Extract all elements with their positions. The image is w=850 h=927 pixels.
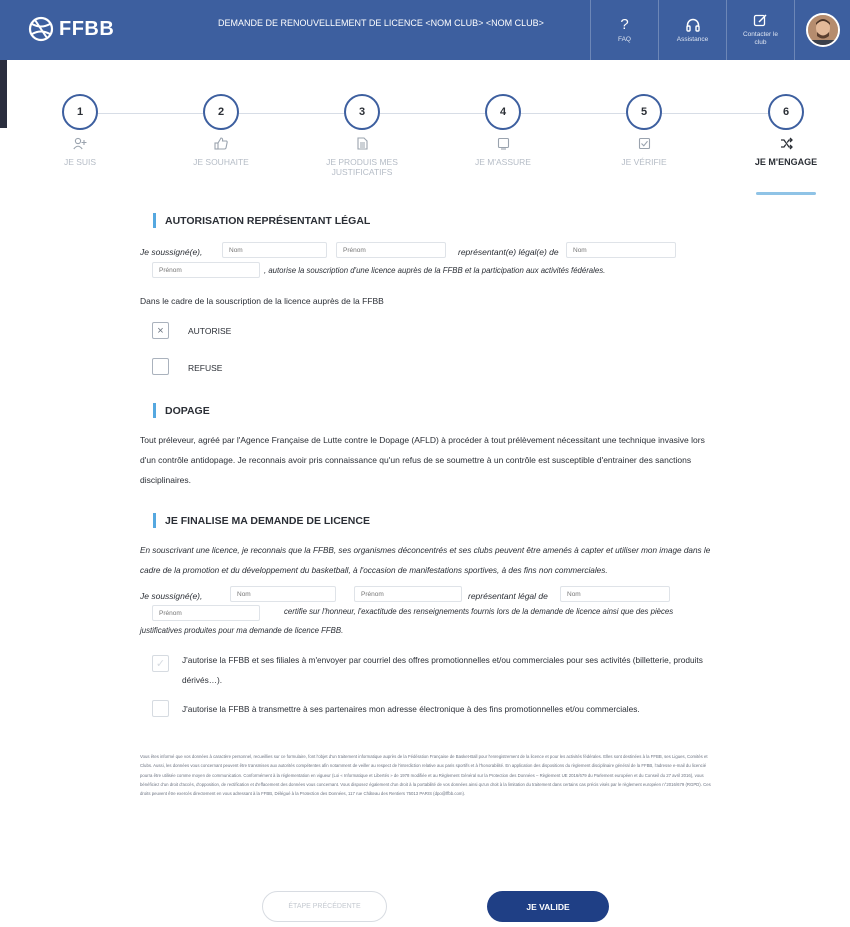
contact-club-button[interactable]: Contacter le club [726, 0, 794, 60]
step-5[interactable]: 5 JE VÉRIFIE [574, 94, 714, 167]
soussigne-label: Je soussigné(e), [140, 247, 203, 257]
faq-button[interactable]: ? FAQ [590, 0, 658, 60]
check-x-icon: × [157, 324, 164, 337]
step-label: JE SOUHAITE [193, 157, 249, 167]
finalise-prenom-input[interactable] [354, 586, 462, 602]
certifie-text: certifie sur l'honneur, l'exactitude des… [140, 607, 674, 635]
minor-prenom-input[interactable] [152, 262, 260, 278]
step-label: JE M'ENGAGE [754, 157, 818, 167]
top-header: FFBB DEMANDE DE RENOUVELLEMENT DE LICENC… [0, 0, 850, 60]
autorise-label: AUTORISE [188, 326, 232, 336]
step-label: JE SUIS [63, 157, 97, 167]
legal-rep-nom-input[interactable] [222, 242, 327, 258]
representant-label: représentant(e) légal(e) de [458, 247, 559, 257]
autorise-checkbox[interactable]: × [152, 322, 169, 339]
step-3[interactable]: 3 JE PRODUIS MES JUSTIFICATIFS [292, 94, 432, 177]
step-label: JE M'ASSURE [475, 157, 531, 167]
logo-text: FFBB [59, 17, 115, 40]
finalise-minor-nom-input[interactable] [560, 586, 670, 602]
step-label: JE PRODUIS MES JUSTIFICATIFS [326, 157, 398, 177]
step-1[interactable]: 1 JE SUIS [10, 94, 150, 167]
refuse-label: REFUSE [188, 363, 223, 373]
user-menu[interactable] [794, 0, 850, 60]
section-title-dopage: DOPAGE [153, 403, 210, 418]
edit-icon [753, 14, 767, 27]
context-text: Dans le cadre de la souscription de la l… [140, 296, 384, 306]
step-4[interactable]: 4 JE M'ASSURE [433, 94, 573, 167]
step-number: 4 [485, 94, 521, 130]
basketball-logo-icon [28, 16, 54, 42]
finalise-intro: En souscrivant une licence, je reconnais… [140, 546, 711, 575]
document-icon [292, 137, 432, 153]
step-number: 1 [62, 94, 98, 130]
step-6[interactable]: 6 JE M'ENGAGE [716, 94, 850, 167]
assistance-label: Assistance [676, 35, 709, 43]
step-number: 2 [203, 94, 239, 130]
legal-rep-prenom-input[interactable] [336, 242, 446, 258]
avatar[interactable] [805, 13, 840, 47]
thumbs-up-icon [151, 137, 291, 153]
step-number: 6 [768, 94, 804, 130]
representant-label-2: représentant légal de [468, 591, 548, 601]
section-title-finalise: JE FINALISE MA DEMANDE DE LICENCE [153, 513, 370, 528]
legal-notice: Vous êtes informé que vos données à cara… [140, 754, 711, 797]
question-icon: ? [620, 16, 629, 33]
square-icon [433, 137, 573, 153]
step-2[interactable]: 2 JE SOUHAITE [151, 94, 291, 167]
soussigne-label-2: Je soussigné(e), [140, 591, 203, 601]
side-accent-bar [0, 60, 7, 128]
previous-step-button[interactable]: ÉTAPE PRÉCÉDENTE [262, 891, 387, 922]
step-number: 3 [344, 94, 380, 130]
refuse-checkbox[interactable] [152, 358, 169, 375]
consent-promo-text: J'autorise la FFBB et ses filiales à m'e… [182, 655, 703, 685]
consent-partners-checkbox[interactable] [152, 700, 169, 717]
shuffle-icon [716, 137, 850, 153]
validate-button[interactable]: JE VALIDE [487, 891, 609, 922]
active-step-indicator [756, 192, 816, 195]
consent-partners-text: J'autorise la FFBB à transmettre à ses p… [182, 704, 640, 714]
minor-nom-input[interactable] [566, 242, 676, 258]
step-number: 5 [626, 94, 662, 130]
check-mark-icon: ✓ [155, 658, 166, 670]
page-title: DEMANDE DE RENOUVELLEMENT DE LICENCE <NO… [218, 18, 544, 28]
check-square-icon [574, 137, 714, 153]
user-photo-icon [807, 15, 838, 45]
autorise-text: , autorise la souscription d'une licence… [264, 266, 606, 275]
section-title-legal-rep: AUTORISATION REPRÉSENTANT LÉGAL [153, 213, 370, 228]
ffbb-logo[interactable]: FFBB [27, 15, 114, 43]
dopage-text: Tout préleveur, agréé par l'Agence Franç… [140, 435, 705, 485]
contact-label: Contacter le club [742, 31, 779, 46]
headphones-icon [685, 18, 700, 32]
finalise-nom-input[interactable] [230, 586, 336, 602]
faq-label: FAQ [617, 36, 631, 43]
step-label: JE VÉRIFIE [621, 157, 667, 167]
user-plus-icon [10, 137, 150, 153]
consent-promo-checkbox[interactable]: ✓ [152, 655, 169, 672]
assistance-button[interactable]: Assistance [658, 0, 726, 60]
